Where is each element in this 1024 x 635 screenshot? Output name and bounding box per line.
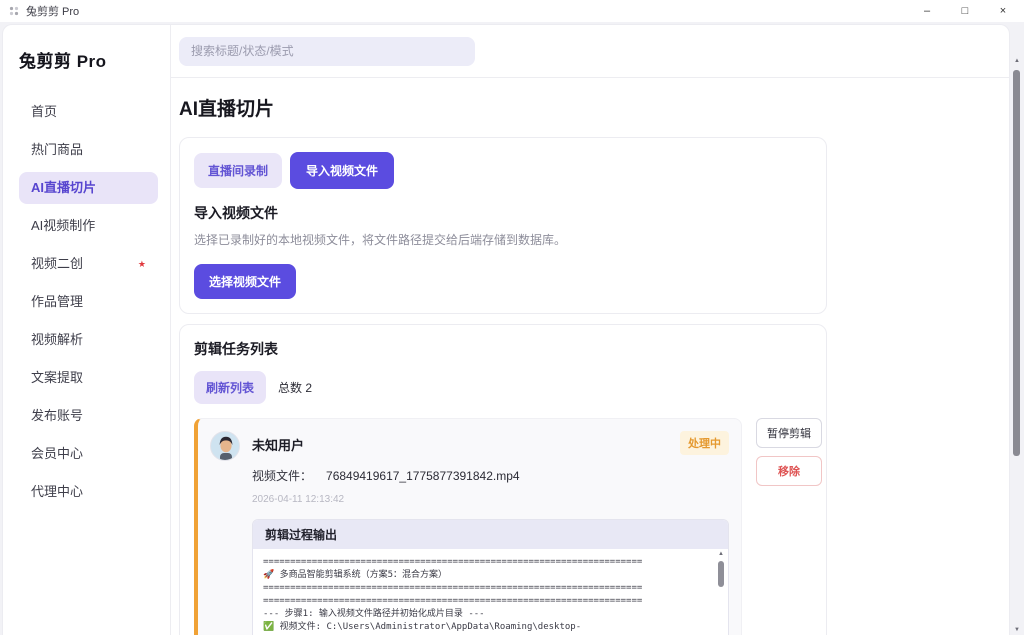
sidebar-item-works-manage[interactable]: 作品管理 xyxy=(19,286,158,318)
close-button[interactable]: × xyxy=(996,0,1010,22)
sidebar-app-title: 兔剪剪 Pro xyxy=(19,47,158,72)
pause-edit-button[interactable]: 暂停剪辑 xyxy=(756,418,822,448)
sidebar-item-home[interactable]: 首页 xyxy=(19,96,158,128)
task-timestamp: 2026-04-11 12:13:42 xyxy=(252,494,729,505)
sidebar-item-ai-live-clip[interactable]: AI直播切片 xyxy=(19,172,158,204)
video-file-row: 视频文件： 76849419617_1775877391842.mp4 xyxy=(252,467,729,484)
log-output-body: ========================================… xyxy=(253,549,728,635)
scroll-up-icon[interactable]: ▲ xyxy=(1012,58,1022,64)
search-input[interactable] xyxy=(179,37,475,66)
scroll-down-icon[interactable]: ▼ xyxy=(1012,627,1022,633)
new-feature-star-icon: ★ xyxy=(138,259,146,269)
main-area: AI直播切片 直播间录制 导入视频文件 导入视频文件 选择已录制好的本地视频文件… xyxy=(171,25,1009,635)
select-video-file-button[interactable]: 选择视频文件 xyxy=(194,264,296,299)
status-badge: 处理中 xyxy=(680,431,729,455)
sidebar-item-video-parse[interactable]: 视频解析 xyxy=(19,324,158,356)
sidebar-item-agent-center[interactable]: 代理中心 xyxy=(19,476,158,508)
remove-task-button[interactable]: 移除 xyxy=(756,456,822,486)
search-strip xyxy=(171,25,1009,78)
log-scrollbar[interactable]: ▲ ▼ xyxy=(716,551,726,635)
task-card: 未知用户 处理中 视频文件： 76849419617_1775877391842.… xyxy=(194,418,742,635)
mode-tabs: 直播间录制 导入视频文件 xyxy=(194,152,812,189)
video-file-label: 视频文件： xyxy=(252,469,312,483)
page-title: AI直播切片 xyxy=(179,94,1009,121)
log-output-text: ========================================… xyxy=(253,549,728,635)
tab-import-video[interactable]: 导入视频文件 xyxy=(290,152,394,189)
task-list-card: 剪辑任务列表 刷新列表 总数 2 xyxy=(179,324,827,635)
window-scrollbar[interactable]: ▲ ▼ xyxy=(1012,58,1022,633)
import-card: 直播间录制 导入视频文件 导入视频文件 选择已录制好的本地视频文件，将文件路径提… xyxy=(179,137,827,314)
task-actions: 暂停剪辑 移除 xyxy=(756,418,822,486)
window-title: 兔剪剪 Pro xyxy=(26,3,79,19)
sidebar-item-copy-extract[interactable]: 文案提取 xyxy=(19,362,158,394)
import-description: 选择已录制好的本地视频文件，将文件路径提交给后端存储到数据库。 xyxy=(194,231,812,248)
window-scrollbar-thumb[interactable] xyxy=(1013,70,1020,456)
sidebar-item-video-recreate[interactable]: 视频二创 ★ xyxy=(19,248,158,280)
log-output-title: 剪辑过程输出 xyxy=(253,520,728,549)
window-titlebar: 兔剪剪 Pro – □ × xyxy=(0,0,1024,22)
import-heading: 导入视频文件 xyxy=(194,203,812,223)
app-logo-icon xyxy=(8,5,20,17)
task-list-toolbar: 刷新列表 总数 2 xyxy=(194,371,812,404)
log-scrollbar-thumb[interactable] xyxy=(718,561,724,587)
task-list-heading: 剪辑任务列表 xyxy=(194,339,812,359)
sidebar: 兔剪剪 Pro 首页 热门商品 AI直播切片 AI视频制作 视频二创 ★ 作品管… xyxy=(3,25,171,635)
sidebar-item-member-center[interactable]: 会员中心 xyxy=(19,438,158,470)
video-file-name: 76849419617_1775877391842.mp4 xyxy=(326,469,520,483)
minimize-button[interactable]: – xyxy=(920,0,934,22)
log-output-box: 剪辑过程输出 =================================… xyxy=(252,519,729,635)
tab-live-record[interactable]: 直播间录制 xyxy=(194,153,282,188)
maximize-button[interactable]: □ xyxy=(958,0,972,22)
scroll-up-icon[interactable]: ▲ xyxy=(716,551,726,557)
task-total-count: 总数 2 xyxy=(278,379,312,396)
content-area: AI直播切片 直播间录制 导入视频文件 导入视频文件 选择已录制好的本地视频文件… xyxy=(171,78,1009,635)
sidebar-item-hot-products[interactable]: 热门商品 xyxy=(19,134,158,166)
sidebar-item-publish-accounts[interactable]: 发布账号 xyxy=(19,400,158,432)
user-avatar xyxy=(210,431,240,461)
task-row: 未知用户 处理中 视频文件： 76849419617_1775877391842.… xyxy=(194,418,812,635)
app-window: 兔剪剪 Pro 首页 热门商品 AI直播切片 AI视频制作 视频二创 ★ 作品管… xyxy=(2,24,1010,635)
task-user-name: 未知用户 xyxy=(252,432,680,454)
refresh-list-button[interactable]: 刷新列表 xyxy=(194,371,266,404)
sidebar-item-ai-video-make[interactable]: AI视频制作 xyxy=(19,210,158,242)
